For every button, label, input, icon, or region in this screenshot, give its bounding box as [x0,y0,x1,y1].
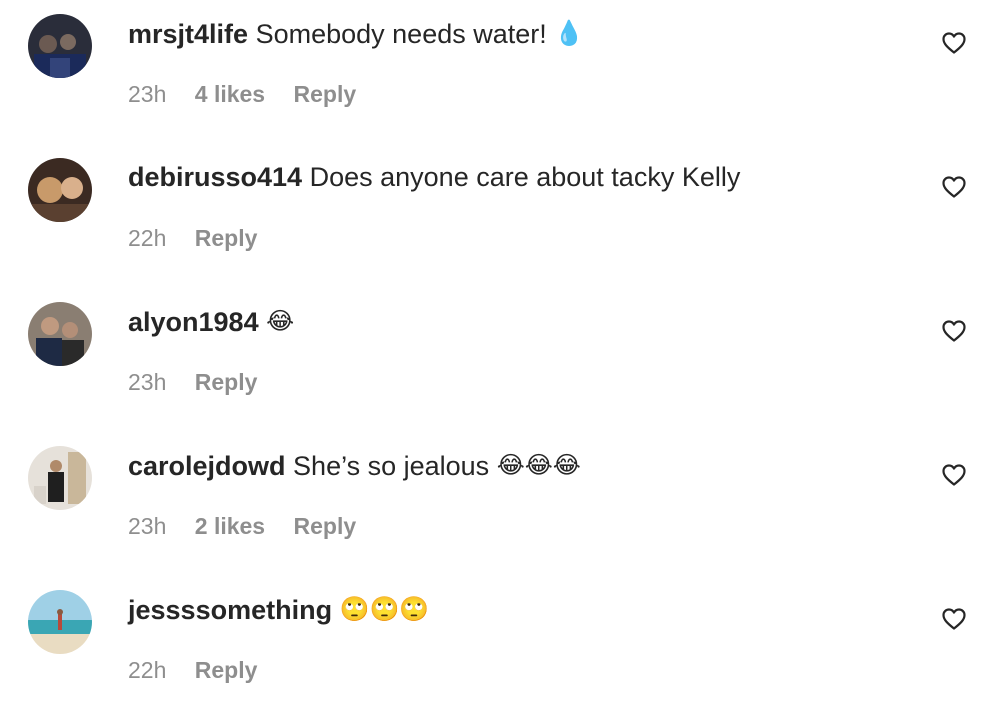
comment-meta: 22h Reply [128,656,279,684]
avatar[interactable] [28,446,92,510]
avatar[interactable] [28,14,92,78]
avatar[interactable] [28,302,92,366]
comment-item: carolejdowd She’s so jealous 😂😂😂 23h 2 l… [0,432,986,576]
comment-meta: 23h Reply [128,368,279,396]
reply-button[interactable]: Reply [294,81,357,107]
water-drop-emoji: 💧 [554,19,585,47]
heart-icon[interactable] [942,320,966,342]
comment-item: alyon1984 😂 23h Reply [0,288,986,432]
comment-line: jessssomething 🙄🙄🙄 [128,591,429,628]
username[interactable]: carolejdowd [128,451,286,481]
laughing-emoji: 😂😂😂 [496,451,581,479]
username[interactable]: debirusso414 [128,162,302,192]
username[interactable]: jessssomething [128,595,332,625]
reply-button[interactable]: Reply [195,657,258,683]
avatar[interactable] [28,158,92,222]
comment-meta: 22h Reply [128,224,279,252]
username[interactable]: alyon1984 [128,307,259,337]
comment-list: mrsjt4life Somebody needs water! 💧 23h 4… [0,0,986,704]
comment-text: Does anyone care about tacky Kelly [309,162,741,192]
reply-button[interactable]: Reply [195,225,258,251]
comment-line: mrsjt4life Somebody needs water! 💧 [128,15,584,52]
timestamp[interactable]: 23h [128,81,166,107]
heart-icon[interactable] [942,608,966,630]
comment-item: debirusso414 Does anyone care about tack… [0,144,986,288]
comment-line: debirusso414 Does anyone care about tack… [128,159,740,195]
avatar[interactable] [28,590,92,654]
comment-item: mrsjt4life Somebody needs water! 💧 23h 4… [0,0,986,144]
timestamp[interactable]: 22h [128,657,166,683]
likes-count[interactable]: 4 likes [195,81,265,107]
laughing-emoji: 😂 [266,307,295,335]
reply-button[interactable]: Reply [294,513,357,539]
comment-line: alyon1984 😂 [128,303,294,340]
reply-button[interactable]: Reply [195,369,258,395]
heart-icon[interactable] [942,32,966,54]
heart-icon[interactable] [942,464,966,486]
timestamp[interactable]: 23h [128,513,166,539]
comment-meta: 23h 2 likes Reply [128,512,378,540]
comment-meta: 23h 4 likes Reply [128,80,378,108]
username[interactable]: mrsjt4life [128,19,248,49]
comment-text: Somebody needs water! [255,19,547,49]
timestamp[interactable]: 23h [128,369,166,395]
comment-item: jessssomething 🙄🙄🙄 22h Reply [0,576,986,720]
comment-text: She’s so jealous [293,451,490,481]
eye-roll-emoji: 🙄🙄🙄 [339,595,430,623]
timestamp[interactable]: 22h [128,225,166,251]
likes-count[interactable]: 2 likes [195,513,265,539]
heart-icon[interactable] [942,176,966,198]
comment-line: carolejdowd She’s so jealous 😂😂😂 [128,447,581,484]
